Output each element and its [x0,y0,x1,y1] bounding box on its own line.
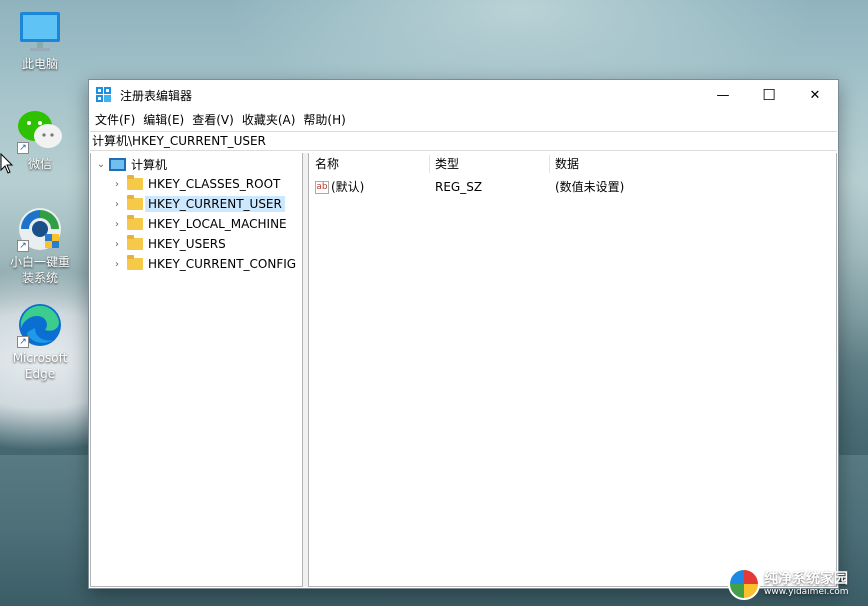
menu-favorites[interactable]: 收藏夹(A) [238,110,300,131]
tree-item-label: HKEY_CLASSES_ROOT [148,177,281,191]
registry-editor-icon [96,87,111,102]
tree-item-label: 计算机 [131,157,168,172]
watermark-logo-icon [728,568,760,600]
desktop-icon-label: 此电脑 [21,57,58,71]
tree-item-label: HKEY_CURRENT_CONFIG [148,257,297,271]
value-data: (数值未设置) [555,180,625,194]
desktop-icon-wechat[interactable]: ↗ 微信 [5,106,75,172]
desktop-icon-label: 小白一键重装系统 [9,255,70,285]
value-name: (默认) [331,180,365,194]
tree-item-label: HKEY_USERS [148,237,226,251]
menu-file[interactable]: 文件(F) [91,110,139,131]
minimize-button[interactable]: — [700,80,746,110]
registry-tree: ⌄ 计算机 › HKEY_CLASSES_ROOT › HKEY_CURRENT… [90,153,303,587]
folder-icon [127,255,143,270]
chevron-right-icon[interactable]: › [111,179,123,190]
tree-item-hklm[interactable]: › HKEY_LOCAL_MACHINE [111,214,287,234]
folder-icon [127,175,143,190]
shortcut-arrow-icon: ↗ [17,142,29,154]
menu-help[interactable]: 帮助(H) [299,110,349,131]
panes: ⌄ 计算机 › HKEY_CLASSES_ROOT › HKEY_CURRENT… [90,153,837,587]
this-pc-icon [20,12,60,51]
watermark: 纯净系统家园 www.yidaimei.com [728,568,849,600]
computer-icon [109,157,126,171]
close-icon: ✕ [809,87,821,103]
chevron-right-icon[interactable]: › [111,199,123,210]
close-button[interactable]: ✕ [792,80,838,110]
folder-icon [127,195,143,210]
mouse-cursor-icon [0,153,14,174]
chevron-right-icon[interactable]: › [111,259,123,270]
watermark-url: www.yidaimei.com [764,586,849,597]
desktop-icon-label: 微信 [27,157,52,171]
value-type: REG_SZ [435,180,483,194]
tree-item-hkcr[interactable]: › HKEY_CLASSES_ROOT [111,174,280,194]
watermark-title: 纯净系统家园 [764,570,848,587]
tree-item-label: HKEY_LOCAL_MACHINE [148,217,287,231]
window-title: 注册表编辑器 [120,88,193,103]
tree-item-label-selected: HKEY_CURRENT_USER [145,196,285,212]
value-name-cell: ab (默认) [315,178,364,196]
minimize-icon: — [716,87,730,103]
menu-edit[interactable]: 编辑(E) [139,110,188,131]
menu-view[interactable]: 查看(V) [188,110,238,131]
maximize-icon: ☐ [762,86,776,104]
desktop-icon-this-pc[interactable]: 此电脑 [5,8,75,72]
shortcut-arrow-icon: ↗ [17,240,29,252]
tree-item-hkcc[interactable]: › HKEY_CURRENT_CONFIG [111,254,296,274]
values-list: 名称 类型 数据 ab (默认) REG_SZ (数值未设置) [308,153,837,587]
tree-item-hku[interactable]: › HKEY_USERS [111,234,226,254]
shortcut-arrow-icon: ↗ [17,336,29,348]
folder-icon [127,235,143,250]
address-bar[interactable]: 计算机\HKEY_CURRENT_USER [90,131,837,151]
chevron-right-icon[interactable]: › [111,219,123,230]
column-header-type[interactable]: 类型 [429,153,549,175]
desktop-icon-xiaobai[interactable]: ↗ 小白一键重装系统 [5,204,75,286]
chevron-down-icon[interactable]: ⌄ [95,159,107,170]
maximize-button[interactable]: ☐ [746,80,792,110]
tree-item-hkcu[interactable]: › HKEY_CURRENT_USER [111,194,285,214]
column-header-name[interactable]: 名称 [309,153,429,175]
registry-editor-window: 注册表编辑器 — ☐ ✕ 文件(F) 编辑(E) 查看(V) 收藏夹(A) 帮助… [88,79,839,589]
string-value-icon: ab [315,181,329,194]
desktop-icon-label: Microsoft Edge [12,351,68,381]
tree-item-computer[interactable]: ⌄ 计算机 [95,154,167,174]
column-header-data[interactable]: 数据 [549,153,669,175]
desktop-icon-edge[interactable]: ↗ Microsoft Edge [5,300,75,382]
folder-icon [127,215,143,230]
menu-bar: 文件(F) 编辑(E) 查看(V) 收藏夹(A) 帮助(H) [89,110,838,131]
chevron-right-icon[interactable]: › [111,239,123,250]
title-bar[interactable]: 注册表编辑器 — ☐ ✕ [89,80,838,110]
